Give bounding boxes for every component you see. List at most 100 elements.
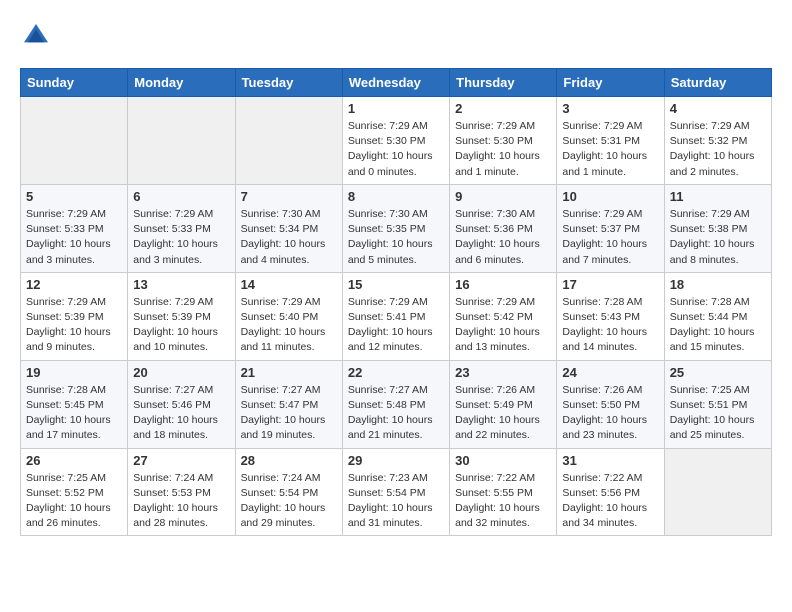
day-number: 7 (241, 189, 337, 204)
calendar-week-1: 1 Sunrise: 7:29 AM Sunset: 5:30 PM Daylig… (21, 97, 772, 185)
logo-icon (20, 20, 52, 52)
day-info: Sunrise: 7:29 AM Sunset: 5:30 PM Dayligh… (348, 119, 444, 180)
day-info: Sunrise: 7:29 AM Sunset: 5:32 PM Dayligh… (670, 119, 766, 180)
calendar-cell: 2 Sunrise: 7:29 AM Sunset: 5:30 PM Daylig… (450, 97, 557, 185)
day-info: Sunrise: 7:22 AM Sunset: 5:56 PM Dayligh… (562, 471, 658, 532)
day-number: 21 (241, 365, 337, 380)
calendar-cell: 20 Sunrise: 7:27 AM Sunset: 5:46 PM Dayli… (128, 360, 235, 448)
calendar-cell: 24Sunrise: 7:26 AM Sunset: 5:50 PM Dayli… (557, 360, 664, 448)
day-header-sunday: Sunday (21, 69, 128, 97)
calendar-cell: 27Sunrise: 7:24 AM Sunset: 5:53 PM Dayli… (128, 448, 235, 536)
day-number: 19 (26, 365, 122, 380)
day-info: Sunrise: 7:28 AM Sunset: 5:45 PM Dayligh… (26, 383, 122, 444)
day-number: 29 (348, 453, 444, 468)
calendar-cell: 21 Sunrise: 7:27 AM Sunset: 5:47 PM Dayli… (235, 360, 342, 448)
calendar-cell: 30 Sunrise: 7:22 AM Sunset: 5:55 PM Dayli… (450, 448, 557, 536)
day-header-monday: Monday (128, 69, 235, 97)
calendar-week-2: 5 Sunrise: 7:29 AM Sunset: 5:33 PM Daylig… (21, 184, 772, 272)
calendar-cell: 4 Sunrise: 7:29 AM Sunset: 5:32 PM Daylig… (664, 97, 771, 185)
calendar-cell: 14 Sunrise: 7:29 AM Sunset: 5:40 PM Dayli… (235, 272, 342, 360)
calendar-cell: 28 Sunrise: 7:24 AM Sunset: 5:54 PM Dayli… (235, 448, 342, 536)
day-number: 4 (670, 101, 766, 116)
calendar-cell: 18 Sunrise: 7:28 AM Sunset: 5:44 PM Dayli… (664, 272, 771, 360)
day-number: 24 (562, 365, 658, 380)
day-info: Sunrise: 7:29 AM Sunset: 5:31 PM Dayligh… (562, 119, 658, 180)
day-header-wednesday: Wednesday (342, 69, 449, 97)
day-number: 9 (455, 189, 551, 204)
day-info: Sunrise: 7:28 AM Sunset: 5:44 PM Dayligh… (670, 295, 766, 356)
calendar-cell: 23 Sunrise: 7:26 AM Sunset: 5:49 PM Dayli… (450, 360, 557, 448)
day-number: 12 (26, 277, 122, 292)
day-info: Sunrise: 7:27 AM Sunset: 5:46 PM Dayligh… (133, 383, 229, 444)
day-number: 25 (670, 365, 766, 380)
day-info: Sunrise: 7:29 AM Sunset: 5:39 PM Dayligh… (133, 295, 229, 356)
day-info: Sunrise: 7:29 AM Sunset: 5:38 PM Dayligh… (670, 207, 766, 268)
day-info: Sunrise: 7:26 AM Sunset: 5:49 PM Dayligh… (455, 383, 551, 444)
calendar-cell: 6 Sunrise: 7:29 AM Sunset: 5:33 PM Daylig… (128, 184, 235, 272)
day-number: 8 (348, 189, 444, 204)
calendar-cell: 5 Sunrise: 7:29 AM Sunset: 5:33 PM Daylig… (21, 184, 128, 272)
day-info: Sunrise: 7:24 AM Sunset: 5:54 PM Dayligh… (241, 471, 337, 532)
day-number: 27 (133, 453, 229, 468)
day-info: Sunrise: 7:27 AM Sunset: 5:47 PM Dayligh… (241, 383, 337, 444)
day-header-friday: Friday (557, 69, 664, 97)
calendar-cell: 10Sunrise: 7:29 AM Sunset: 5:37 PM Dayli… (557, 184, 664, 272)
day-info: Sunrise: 7:27 AM Sunset: 5:48 PM Dayligh… (348, 383, 444, 444)
calendar-cell: 1 Sunrise: 7:29 AM Sunset: 5:30 PM Daylig… (342, 97, 449, 185)
calendar-week-3: 12 Sunrise: 7:29 AM Sunset: 5:39 PM Dayli… (21, 272, 772, 360)
day-info: Sunrise: 7:30 AM Sunset: 5:36 PM Dayligh… (455, 207, 551, 268)
day-info: Sunrise: 7:30 AM Sunset: 5:35 PM Dayligh… (348, 207, 444, 268)
day-number: 20 (133, 365, 229, 380)
page-header (20, 20, 772, 52)
day-number: 23 (455, 365, 551, 380)
day-number: 17 (562, 277, 658, 292)
day-info: Sunrise: 7:25 AM Sunset: 5:51 PM Dayligh… (670, 383, 766, 444)
day-number: 30 (455, 453, 551, 468)
day-info: Sunrise: 7:23 AM Sunset: 5:54 PM Dayligh… (348, 471, 444, 532)
calendar-week-5: 26 Sunrise: 7:25 AM Sunset: 5:52 PM Dayli… (21, 448, 772, 536)
logo (20, 20, 56, 52)
calendar: SundayMondayTuesdayWednesdayThursdayFrid… (20, 68, 772, 536)
day-info: Sunrise: 7:25 AM Sunset: 5:52 PM Dayligh… (26, 471, 122, 532)
day-info: Sunrise: 7:29 AM Sunset: 5:30 PM Dayligh… (455, 119, 551, 180)
calendar-cell: 12 Sunrise: 7:29 AM Sunset: 5:39 PM Dayli… (21, 272, 128, 360)
day-number: 18 (670, 277, 766, 292)
day-info: Sunrise: 7:29 AM Sunset: 5:39 PM Dayligh… (26, 295, 122, 356)
calendar-cell: 3 Sunrise: 7:29 AM Sunset: 5:31 PM Daylig… (557, 97, 664, 185)
day-info: Sunrise: 7:29 AM Sunset: 5:33 PM Dayligh… (133, 207, 229, 268)
day-info: Sunrise: 7:30 AM Sunset: 5:34 PM Dayligh… (241, 207, 337, 268)
calendar-cell: 7 Sunrise: 7:30 AM Sunset: 5:34 PM Daylig… (235, 184, 342, 272)
day-number: 15 (348, 277, 444, 292)
calendar-cell: 8 Sunrise: 7:30 AM Sunset: 5:35 PM Daylig… (342, 184, 449, 272)
calendar-cell: 11 Sunrise: 7:29 AM Sunset: 5:38 PM Dayli… (664, 184, 771, 272)
day-info: Sunrise: 7:29 AM Sunset: 5:41 PM Dayligh… (348, 295, 444, 356)
calendar-cell: 26 Sunrise: 7:25 AM Sunset: 5:52 PM Dayli… (21, 448, 128, 536)
day-header-saturday: Saturday (664, 69, 771, 97)
day-number: 6 (133, 189, 229, 204)
calendar-cell: 19 Sunrise: 7:28 AM Sunset: 5:45 PM Dayli… (21, 360, 128, 448)
day-number: 5 (26, 189, 122, 204)
day-number: 11 (670, 189, 766, 204)
day-number: 31 (562, 453, 658, 468)
day-info: Sunrise: 7:29 AM Sunset: 5:40 PM Dayligh… (241, 295, 337, 356)
calendar-cell: 15 Sunrise: 7:29 AM Sunset: 5:41 PM Dayli… (342, 272, 449, 360)
calendar-cell: 16Sunrise: 7:29 AM Sunset: 5:42 PM Dayli… (450, 272, 557, 360)
day-number: 3 (562, 101, 658, 116)
day-number: 16 (455, 277, 551, 292)
calendar-cell (664, 448, 771, 536)
day-number: 1 (348, 101, 444, 116)
day-info: Sunrise: 7:29 AM Sunset: 5:37 PM Dayligh… (562, 207, 658, 268)
calendar-cell: 9 Sunrise: 7:30 AM Sunset: 5:36 PM Daylig… (450, 184, 557, 272)
day-info: Sunrise: 7:22 AM Sunset: 5:55 PM Dayligh… (455, 471, 551, 532)
calendar-week-4: 19 Sunrise: 7:28 AM Sunset: 5:45 PM Dayli… (21, 360, 772, 448)
day-number: 14 (241, 277, 337, 292)
calendar-header-row: SundayMondayTuesdayWednesdayThursdayFrid… (21, 69, 772, 97)
day-info: Sunrise: 7:29 AM Sunset: 5:33 PM Dayligh… (26, 207, 122, 268)
calendar-cell: 29 Sunrise: 7:23 AM Sunset: 5:54 PM Dayli… (342, 448, 449, 536)
calendar-cell: 31 Sunrise: 7:22 AM Sunset: 5:56 PM Dayli… (557, 448, 664, 536)
calendar-cell: 22Sunrise: 7:27 AM Sunset: 5:48 PM Dayli… (342, 360, 449, 448)
day-number: 2 (455, 101, 551, 116)
day-header-tuesday: Tuesday (235, 69, 342, 97)
day-number: 26 (26, 453, 122, 468)
day-number: 28 (241, 453, 337, 468)
